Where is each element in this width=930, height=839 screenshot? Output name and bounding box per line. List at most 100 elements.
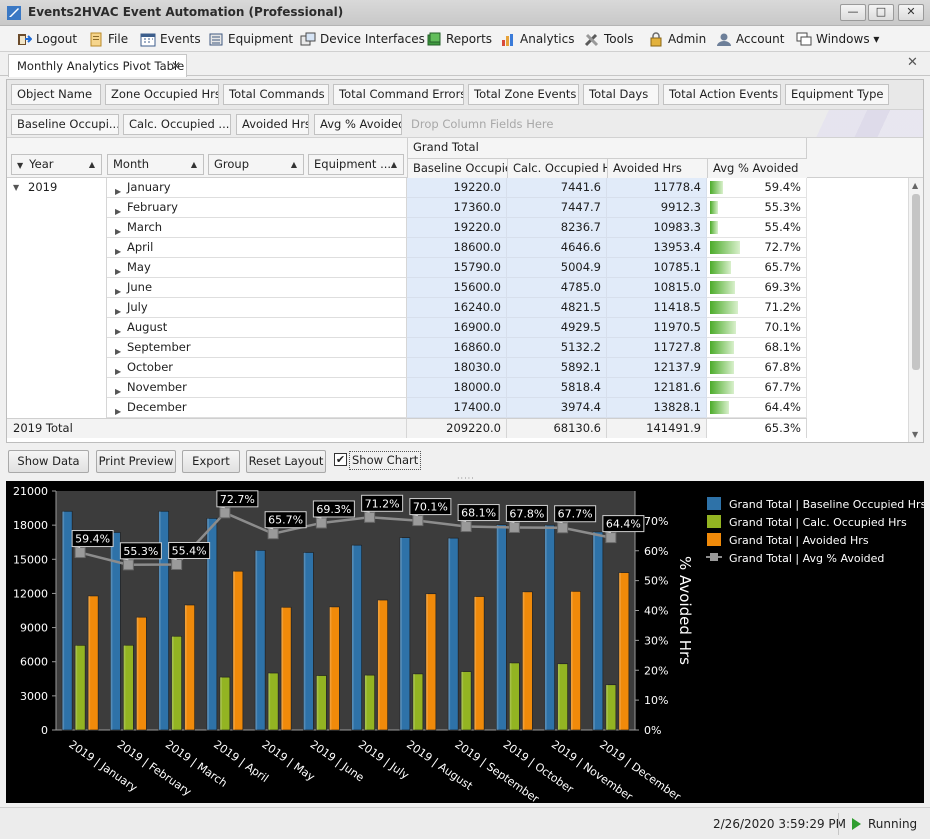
filter-field-object-name[interactable]: Object Name (11, 84, 101, 105)
cell-baseline: 19220.0 (407, 178, 507, 198)
close-button[interactable]: ✕ (898, 4, 924, 21)
scrollbar-thumb[interactable] (912, 194, 920, 370)
column-header-avg-pct-avoided[interactable]: Avg % Avoided (707, 158, 807, 178)
menu-tools[interactable]: Tools (582, 30, 634, 49)
cell-calc: 5132.2 (507, 338, 607, 358)
row-header-month[interactable]: ▶ July (107, 298, 407, 318)
cell-avoided: 11727.8 (607, 338, 707, 358)
show-chart-checkbox[interactable]: ✔ (334, 453, 347, 466)
row-field-group[interactable]: Group ▲ (208, 154, 304, 175)
row-field-equipment[interactable]: Equipment ... ▲ (308, 154, 404, 175)
row-header-month[interactable]: ▶ November (107, 378, 407, 398)
cell-calc: 4646.6 (507, 238, 607, 258)
scroll-up-icon[interactable]: ▲ (912, 181, 918, 190)
bar-highlight (281, 607, 284, 730)
data-label: 67.7% (558, 508, 593, 521)
collapse-arrow-icon[interactable]: ▼ (13, 183, 19, 192)
data-bar (710, 401, 729, 414)
menu-account[interactable]: Account (714, 30, 784, 49)
row-header-month[interactable]: ▶ March (107, 218, 407, 238)
cell-pct: 70.1% (707, 318, 807, 338)
row-header-year[interactable]: ▼ 2019 (7, 178, 107, 418)
data-label: 55.4% (172, 544, 207, 557)
show-data-button[interactable]: Show Data (8, 450, 89, 473)
data-field-avoided-hrs[interactable]: Avoided Hrs (236, 114, 309, 135)
filter-field-total-action-events[interactable]: Total Action Events (663, 84, 781, 105)
row-header-month[interactable]: ▶ October (107, 358, 407, 378)
cell-value: 17400.0 (453, 400, 501, 414)
vertical-scrollbar[interactable]: ▲ ▼ (908, 178, 923, 442)
line-marker (219, 507, 231, 519)
menu-analytics[interactable]: Analytics (498, 30, 575, 49)
data-bar (710, 241, 740, 254)
column-header-calc-occupied[interactable]: Calc. Occupied Hrs (507, 158, 607, 178)
line-marker (508, 521, 520, 533)
row-field-month[interactable]: Month ▲ (107, 154, 204, 175)
show-chart-label[interactable]: Show Chart (349, 451, 422, 470)
filter-field-total-commands[interactable]: Total Commands (223, 84, 329, 105)
close-document-icon[interactable]: ✕ (907, 55, 918, 70)
cell-value: 16240.0 (453, 300, 501, 314)
filter-field-total-days[interactable]: Total Days (583, 84, 659, 105)
scroll-down-icon[interactable]: ▼ (912, 430, 918, 439)
cell-value: 65.7% (764, 260, 801, 274)
menu-events[interactable]: Events (138, 30, 201, 49)
menu-logout-label: Logout (36, 32, 78, 46)
menu-windows[interactable]: Windows ▾ (794, 30, 879, 49)
cell-value: 4785.0 (560, 280, 601, 294)
month-label: August (127, 320, 168, 334)
data-bar (710, 201, 718, 214)
bar-highlight (303, 552, 306, 730)
menu-equipment[interactable]: Equipment (206, 30, 293, 49)
y-tick-label: 18000 (13, 519, 48, 532)
filter-field-total-command-errors[interactable]: Total Command Errors (333, 84, 464, 105)
bar-highlight (123, 645, 126, 730)
row-header-month[interactable]: ▶ December (107, 398, 407, 418)
filter-field-equipment-type[interactable]: Equipment Type (785, 84, 889, 105)
row-header-month[interactable]: ▶ April (107, 238, 407, 258)
cell-value: 67.7% (764, 380, 801, 394)
line-marker (74, 547, 86, 559)
menu-events-label: Events (160, 32, 201, 46)
line-marker (412, 515, 424, 527)
row-field-year[interactable]: ▼ Year ▲ (11, 154, 102, 175)
filter-field-zone-occupied-hrs[interactable]: Zone Occupied Hrs (105, 84, 219, 105)
column-header-baseline[interactable]: Baseline Occupie... (407, 158, 507, 178)
data-field-baseline[interactable]: Baseline Occupi... (11, 114, 119, 135)
cell-value: 15600.0 (453, 280, 501, 294)
export-button[interactable]: Export (182, 450, 240, 473)
row-header-month[interactable]: ▶ September (107, 338, 407, 358)
menu-logout[interactable]: Logout (14, 30, 77, 49)
menu-device-interfaces[interactable]: Device Interfaces (298, 30, 425, 49)
tab-monthly-analytics[interactable]: Monthly Analytics Pivot Table ✕ (8, 54, 187, 77)
cell-value: 15790.0 (453, 260, 501, 274)
data-field-calc-occupied[interactable]: Calc. Occupied ... (123, 114, 231, 135)
menu-file[interactable]: File (86, 30, 128, 49)
cell-avoided: 13953.4 (607, 238, 707, 258)
maximize-button[interactable]: □ (868, 4, 894, 21)
print-preview-button[interactable]: Print Preview (96, 450, 176, 473)
reset-layout-button[interactable]: Reset Layout (246, 450, 326, 473)
line-marker (557, 522, 569, 534)
column-header-avoided-hrs[interactable]: Avoided Hrs (607, 158, 707, 178)
row-header-month[interactable]: ▶ February (107, 198, 407, 218)
cell-baseline: 16900.0 (407, 318, 507, 338)
menu-admin[interactable]: Admin (646, 30, 706, 49)
cell-pct: 67.7% (707, 378, 807, 398)
tab-close-icon[interactable]: ✕ (171, 55, 181, 77)
y2-tick-label: 70% (644, 515, 668, 528)
row-header-month[interactable]: ▶ August (107, 318, 407, 338)
filter-field-total-zone-events[interactable]: Total Zone Events (468, 84, 579, 105)
row-header-month[interactable]: ▶ May (107, 258, 407, 278)
minimize-button[interactable]: — (840, 4, 866, 21)
analytics-icon (502, 34, 513, 46)
data-bar (710, 341, 734, 354)
data-bar (710, 361, 734, 374)
row-header-month[interactable]: ▶ June (107, 278, 407, 298)
row-header-month[interactable]: ▶ January (107, 178, 407, 198)
cell-calc: 7447.7 (507, 198, 607, 218)
cell-calc: 4929.5 (507, 318, 607, 338)
pivot-header: ▼ Year ▲ Month ▲ Group ▲ Equipment ... ▲ … (7, 138, 923, 178)
menu-reports[interactable]: Reports (424, 30, 492, 49)
data-field-avg-pct-avoided[interactable]: Avg % Avoided (314, 114, 402, 135)
